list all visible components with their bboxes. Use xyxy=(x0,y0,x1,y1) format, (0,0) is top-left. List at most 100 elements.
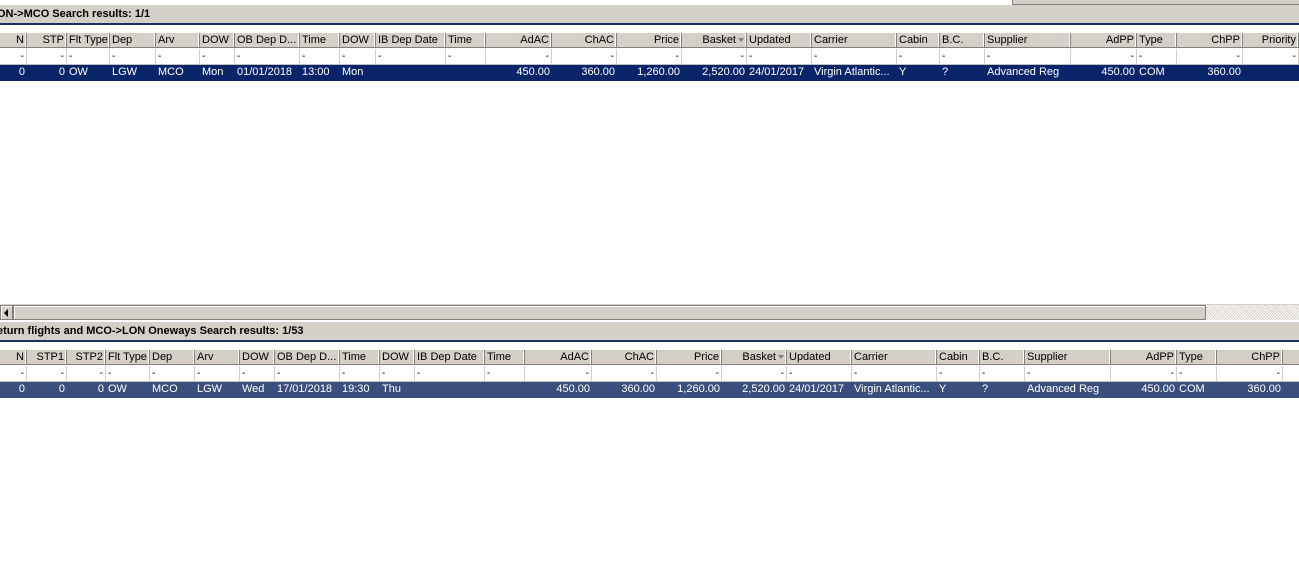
table-row[interactable]: 0 0 0 OW MCO LGW Wed 17/01/2018 19:30 Thu 450.00 36… xyxy=(0,382,1299,398)
column-header-chac[interactable]: ChAC xyxy=(592,350,657,364)
filter-cell[interactable]: - xyxy=(747,49,812,64)
filter-cell[interactable]: - xyxy=(617,49,682,64)
column-header-price[interactable]: Price xyxy=(617,33,682,47)
column-header-adac[interactable]: AdAC xyxy=(486,33,552,47)
horizontal-scrollbar[interactable] xyxy=(0,303,1299,320)
column-header-carrier[interactable]: Carrier xyxy=(812,33,897,47)
filter-cell[interactable]: - xyxy=(552,49,617,64)
filter-cell[interactable]: - xyxy=(525,366,592,381)
column-header-dow[interactable]: DOW xyxy=(240,350,275,364)
column-header-time[interactable]: Time xyxy=(485,350,525,364)
filter-cell[interactable]: - xyxy=(300,49,340,64)
column-header-n[interactable]: N xyxy=(0,33,27,47)
filter-cell[interactable]: - xyxy=(657,366,722,381)
column-header-chpp[interactable]: ChPP xyxy=(1177,33,1243,47)
filter-cell[interactable]: - xyxy=(376,49,446,64)
column-header-time[interactable]: Time xyxy=(300,33,340,47)
column-header-adac[interactable]: AdAC xyxy=(525,350,592,364)
filter-cell[interactable]: - xyxy=(897,49,940,64)
column-header-b-c[interactable]: B.C. xyxy=(940,33,985,47)
filter-cell[interactable]: - xyxy=(110,49,156,64)
column-header-n[interactable]: N xyxy=(0,350,27,364)
filter-cell[interactable]: - xyxy=(340,49,376,64)
column-header-carrier[interactable]: Carrier xyxy=(852,350,937,364)
filter-cell[interactable]: - xyxy=(67,366,106,381)
column-header-arv[interactable]: Arv xyxy=(156,33,200,47)
column-header-b-c[interactable]: B.C. xyxy=(980,350,1025,364)
filter-cell[interactable]: - xyxy=(1071,49,1137,64)
scroll-track[interactable] xyxy=(1206,305,1299,320)
filter-cell[interactable]: - xyxy=(937,366,980,381)
filter-cell[interactable]: - xyxy=(235,49,300,64)
scroll-thumb[interactable] xyxy=(13,305,1206,320)
filter-cell[interactable]: - xyxy=(415,366,485,381)
filter-cell[interactable]: - xyxy=(106,366,150,381)
column-header-basket[interactable]: Basket xyxy=(682,33,747,47)
filter-cell[interactable]: - xyxy=(27,49,67,64)
filter-cell[interactable]: - xyxy=(67,49,110,64)
column-header-priority[interactable]: Priority xyxy=(1243,33,1299,47)
column-header-stp[interactable]: STP xyxy=(27,33,67,47)
scroll-left-button[interactable] xyxy=(0,305,13,320)
filter-cell[interactable]: - xyxy=(485,366,525,381)
column-header-ib-dep-date[interactable]: IB Dep Date xyxy=(415,350,485,364)
column-header-stp1[interactable]: STP1 xyxy=(27,350,67,364)
column-header-ob-dep-d[interactable]: OB Dep D... xyxy=(275,350,340,364)
column-header-updated[interactable]: Updated xyxy=(787,350,852,364)
column-header-type[interactable]: Type xyxy=(1137,33,1177,47)
column-header-ib-dep-date[interactable]: IB Dep Date xyxy=(376,33,446,47)
column-header-dep[interactable]: Dep xyxy=(110,33,156,47)
column-header-dow[interactable]: DOW xyxy=(380,350,415,364)
column-header-chac[interactable]: ChAC xyxy=(552,33,617,47)
column-header-adpp[interactable]: AdPP xyxy=(1071,33,1137,47)
filter-cell[interactable]: - xyxy=(1137,49,1177,64)
filter-cell[interactable]: - xyxy=(1217,366,1283,381)
filter-cell[interactable]: - xyxy=(852,366,937,381)
column-header-ob-dep-d[interactable]: OB Dep D... xyxy=(235,33,300,47)
filter-cell[interactable]: - xyxy=(1025,366,1111,381)
filter-cell[interactable]: - xyxy=(1177,366,1217,381)
column-header-chpp[interactable]: ChPP xyxy=(1217,350,1283,364)
column-header-time[interactable]: Time xyxy=(340,350,380,364)
filter-cell[interactable]: - xyxy=(240,366,275,381)
column-header-dep[interactable]: Dep xyxy=(150,350,195,364)
column-header-flt-type[interactable]: Flt Type xyxy=(106,350,150,364)
column-header-dow[interactable]: DOW xyxy=(340,33,376,47)
filter-cell[interactable]: - xyxy=(27,366,67,381)
column-header-cabin[interactable]: Cabin xyxy=(937,350,980,364)
filter-cell[interactable]: - xyxy=(195,366,240,381)
column-header-flt-type[interactable]: Flt Type xyxy=(67,33,110,47)
filter-cell[interactable]: - xyxy=(985,49,1071,64)
filter-cell[interactable]: - xyxy=(940,49,985,64)
filter-cell[interactable]: - xyxy=(200,49,235,64)
filter-cell[interactable]: - xyxy=(722,366,787,381)
filter-cell[interactable]: - xyxy=(980,366,1025,381)
column-header-stp2[interactable]: STP2 xyxy=(67,350,106,364)
filter-cell[interactable]: - xyxy=(787,366,852,381)
filter-cell[interactable]: - xyxy=(1243,49,1299,64)
column-header-type[interactable]: Type xyxy=(1177,350,1217,364)
filter-cell[interactable]: - xyxy=(0,366,27,381)
filter-cell[interactable]: - xyxy=(592,366,657,381)
filter-cell[interactable]: - xyxy=(275,366,340,381)
column-header-basket[interactable]: Basket xyxy=(722,350,787,364)
column-header-updated[interactable]: Updated xyxy=(747,33,812,47)
filter-cell[interactable]: - xyxy=(812,49,897,64)
table-row[interactable]: 0 0 OW LGW MCO Mon 01/01/2018 13:00 Mon 450.00 360… xyxy=(0,65,1299,81)
filter-cell[interactable]: - xyxy=(150,366,195,381)
filter-cell[interactable]: - xyxy=(340,366,380,381)
filter-cell[interactable]: - xyxy=(1111,366,1177,381)
filter-cell[interactable]: - xyxy=(486,49,552,64)
column-header-supplier[interactable]: Supplier xyxy=(985,33,1071,47)
filter-cell[interactable]: - xyxy=(446,49,486,64)
column-header-supplier[interactable]: Supplier xyxy=(1025,350,1111,364)
filter-cell[interactable]: - xyxy=(156,49,200,64)
column-header-cabin[interactable]: Cabin xyxy=(897,33,940,47)
filter-cell[interactable]: - xyxy=(682,49,747,64)
column-header-dow[interactable]: DOW xyxy=(200,33,235,47)
filter-cell[interactable]: - xyxy=(380,366,415,381)
column-header-price[interactable]: Price xyxy=(657,350,722,364)
filter-cell[interactable]: - xyxy=(1177,49,1243,64)
filter-cell[interactable]: - xyxy=(0,49,27,64)
column-header-arv[interactable]: Arv xyxy=(195,350,240,364)
